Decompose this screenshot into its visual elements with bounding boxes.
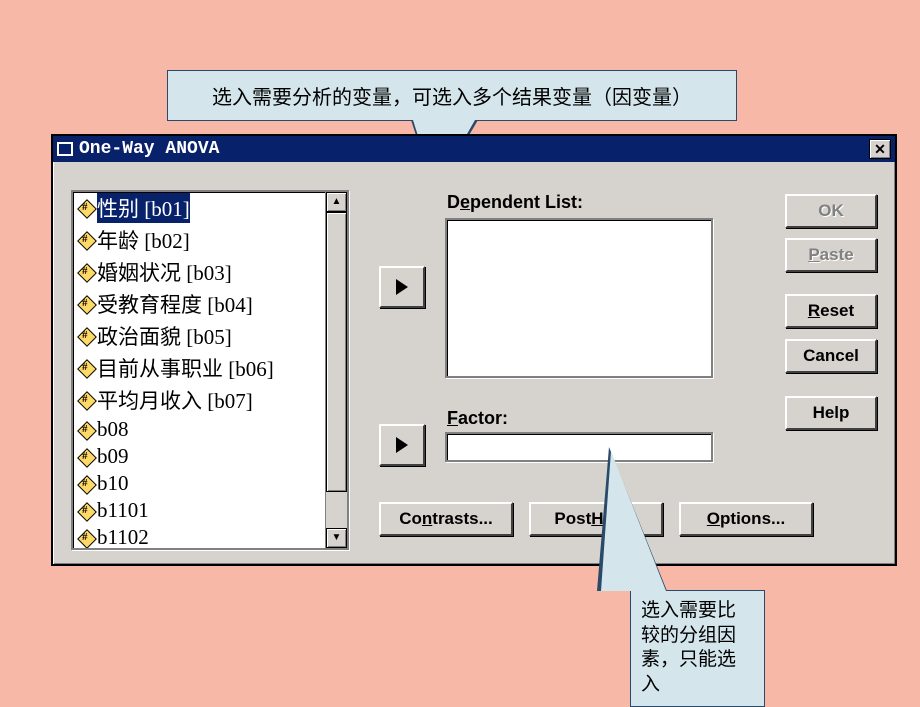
variable-label: 目前从事职业 [b06] <box>97 353 274 383</box>
paste-button[interactable]: Paste <box>785 238 877 272</box>
window-title: One-Way ANOVA <box>79 139 869 159</box>
variable-label: 年龄 [b02] <box>97 225 190 255</box>
variable-icon <box>77 199 95 217</box>
variable-label: b09 <box>97 444 129 469</box>
variable-label: b1102 <box>97 525 149 550</box>
reset-button[interactable]: Reset <box>785 294 877 328</box>
variable-label: 性别 [b01] <box>97 193 190 223</box>
variable-item[interactable]: 婚姻状况 [b03] <box>73 256 325 288</box>
variable-icon <box>77 391 95 409</box>
variable-item[interactable]: 政治面貌 [b05] <box>73 320 325 352</box>
variable-item[interactable]: 平均月收入 [b07] <box>73 384 325 416</box>
callout-dependent-hint: 选入需要分析的变量，可选入多个结果变量（因变量） <box>167 70 737 121</box>
variable-icon <box>77 295 95 313</box>
variable-item[interactable]: 目前从事职业 [b06] <box>73 352 325 384</box>
variable-label: b08 <box>97 417 129 442</box>
variable-label: 平均月收入 [b07] <box>97 385 253 415</box>
variable-icon <box>77 359 95 377</box>
anova-dialog: One-Way ANOVA ✕ 性别 [b01]年龄 [b02]婚姻状况 [b0… <box>51 134 897 566</box>
variable-list-scrollbar[interactable]: ▲ ▼ <box>325 192 347 548</box>
variable-label: 婚姻状况 [b03] <box>97 257 232 287</box>
scroll-up-button[interactable]: ▲ <box>326 192 347 212</box>
help-button[interactable]: Help <box>785 396 877 430</box>
variable-icon <box>77 231 95 249</box>
variable-item[interactable]: b09 <box>73 443 325 470</box>
variable-label: b10 <box>97 471 129 496</box>
dependent-list-label: Dependent List: <box>447 192 583 213</box>
options-button[interactable]: Options... <box>679 502 813 536</box>
variable-item[interactable]: b08 <box>73 416 325 443</box>
variable-item[interactable]: b1102 <box>73 524 325 550</box>
factor-label: Factor: <box>447 408 508 429</box>
variable-label: b1101 <box>97 498 149 523</box>
titlebar: One-Way ANOVA ✕ <box>53 136 895 162</box>
variable-item[interactable]: 年龄 [b02] <box>73 224 325 256</box>
factor-box[interactable] <box>445 432 713 462</box>
contrasts-button[interactable]: Contrasts... <box>379 502 513 536</box>
close-button[interactable]: ✕ <box>869 139 891 159</box>
window-icon <box>57 142 73 156</box>
variable-label: 政治面貌 [b05] <box>97 321 232 351</box>
dependent-list-box[interactable] <box>445 218 713 378</box>
ok-button[interactable]: OK <box>785 194 877 228</box>
arrow-right-icon <box>394 277 410 297</box>
scroll-down-button[interactable]: ▼ <box>326 528 347 548</box>
variable-icon <box>77 448 95 466</box>
cancel-button[interactable]: Cancel <box>785 339 877 373</box>
callout-factor-hint: 选入需要比较的分组因素，只能选入 <box>630 590 765 707</box>
scroll-thumb[interactable] <box>326 212 347 492</box>
variable-icon <box>77 502 95 520</box>
move-to-dependent-button[interactable] <box>379 266 425 308</box>
variable-icon <box>77 421 95 439</box>
variable-list[interactable]: 性别 [b01]年龄 [b02]婚姻状况 [b03]受教育程度 [b04]政治面… <box>71 190 349 550</box>
variable-item[interactable]: 受教育程度 [b04] <box>73 288 325 320</box>
variable-icon <box>77 263 95 281</box>
move-to-factor-button[interactable] <box>379 424 425 466</box>
variable-item[interactable]: b10 <box>73 470 325 497</box>
variable-item[interactable]: b1101 <box>73 497 325 524</box>
arrow-right-icon <box>394 435 410 455</box>
variable-icon <box>77 327 95 345</box>
variable-item[interactable]: 性别 [b01] <box>73 192 325 224</box>
variable-label: 受教育程度 [b04] <box>97 289 253 319</box>
variable-icon <box>77 529 95 547</box>
variable-icon <box>77 475 95 493</box>
